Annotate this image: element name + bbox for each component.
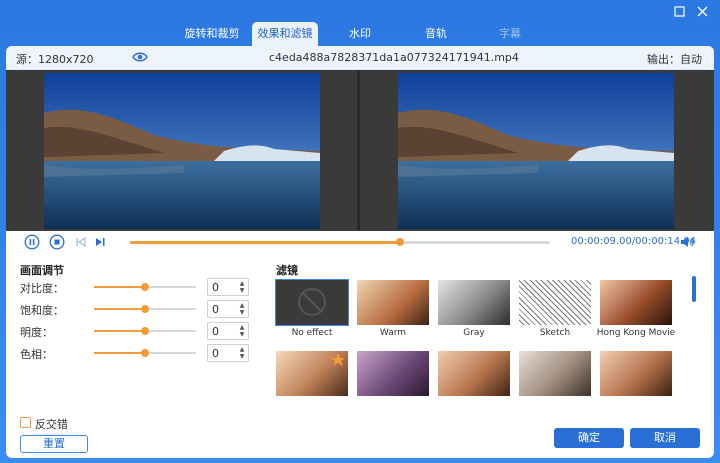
filter-gray[interactable] [438,280,510,325]
hue-stepper[interactable]: 0 ▲ ▼ [207,344,249,362]
hue-row: 色相： 0 ▲ ▼ [20,344,260,362]
tab-rotate-crop[interactable]: 旋转和裁剪 [176,22,248,46]
timeline-handle[interactable] [396,238,405,246]
saturation-row: 饱和度： 0 ▲ ▼ [20,300,260,318]
contrast-row: 对比度： 0 ▲ ▼ [20,278,260,296]
timeline-slider[interactable] [130,238,550,246]
playback-controls: 00:00:09.00/00:00:14.04 [6,231,714,253]
filter-label: Hong Kong Movie [596,328,676,338]
source-resolution: 源：1280x720 [16,53,94,66]
brightness-slider[interactable] [94,327,196,335]
filter-editor-window: 旋转和裁剪 效果和滤镜 水印 音轨 字幕 源：1280x720 c4eda488… [0,0,720,463]
saturation-stepper[interactable]: 0 ▲ ▼ [207,300,249,318]
picture-adjust-title: 画面调节 [20,264,64,277]
saturation-handle[interactable] [141,305,149,313]
filter-thumbnail[interactable] [519,351,591,396]
pause-icon[interactable] [24,234,40,250]
star-icon [331,353,345,366]
brightness-row: 明度： 0 ▲ ▼ [20,322,260,340]
tab-audio-track[interactable]: 音轨 [416,22,456,46]
brightness-stepper[interactable]: 0 ▲ ▼ [207,322,249,340]
tab-watermark[interactable]: 水印 [340,22,380,46]
saturation-label: 饱和度： [20,304,64,317]
hue-handle[interactable] [141,349,149,357]
filter-no-effect[interactable] [275,279,349,326]
filter-label: Warm [379,328,407,338]
tab-effects-filters[interactable]: 效果和滤镜 [252,22,318,46]
filter-thumbnail[interactable] [438,351,510,396]
filter-warm[interactable] [357,280,429,325]
filter-thumbnail[interactable] [357,351,429,396]
maximize-icon[interactable] [674,6,688,20]
landscape-image [44,73,320,229]
hue-label: 色相： [20,348,53,361]
filter-sketch[interactable] [519,280,591,325]
filter-thumbnail[interactable] [276,351,348,396]
content-panel: 源：1280x720 c4eda488a7828371da1a077324171… [6,46,714,458]
playback-time: 00:00:09.00/00:00:14.04 [571,236,696,247]
cancel-button[interactable]: 取消 [630,428,700,448]
deinterlace-label: 反交错 [35,418,68,431]
filtered-preview [360,70,714,231]
contrast-stepper[interactable]: 0 ▲ ▼ [207,278,249,296]
filters-title: 滤镜 [276,264,298,277]
tab-subtitles: 字幕 [499,27,521,40]
preview-area [6,70,714,231]
picture-adjust-section: 画面调节 对比度： 0 ▲ ▼ 饱和度： 0 ▲ ▼ 明度： 0 ▲ ▼ 色相： 0 ▲ ▼ [20,262,260,453]
reset-button[interactable]: 重置 [20,435,88,453]
brightness-label: 明度： [20,326,53,339]
decrease-icon[interactable]: ▼ [238,354,246,360]
original-preview [6,70,357,231]
file-name: c4eda488a7828371da1a077324171941.mp4 [269,51,519,64]
landscape-image [398,73,674,229]
brightness-handle[interactable] [141,327,149,335]
filter-label: Sketch [539,328,571,338]
stop-icon[interactable] [49,234,65,250]
eye-icon[interactable] [132,51,148,66]
contrast-handle[interactable] [141,283,149,291]
decrease-icon[interactable]: ▼ [238,310,246,316]
filter-hong-kong-movie[interactable] [600,280,672,325]
filters-scrollbar[interactable] [692,276,696,302]
hue-slider[interactable] [94,349,196,357]
volume-icon[interactable] [680,235,694,252]
contrast-label: 对比度： [20,282,64,295]
next-frame-icon[interactable] [92,234,108,250]
contrast-slider[interactable] [94,283,196,291]
previous-frame-icon[interactable] [73,234,89,250]
timeline-progress [130,241,401,244]
decrease-icon[interactable]: ▼ [238,332,246,338]
info-bar: 源：1280x720 c4eda488a7828371da1a077324171… [6,46,714,70]
filters-section: 滤镜 No effect Warm Gray Sketch Hong Kong … [275,262,706,412]
no-effect-icon [298,288,326,316]
output-setting: 输出：自动 [647,53,702,66]
tab-bar: 旋转和裁剪 效果和滤镜 水印 音轨 字幕 [0,20,720,46]
filter-thumbnail[interactable] [600,351,672,396]
confirm-button[interactable]: 确定 [554,428,624,448]
deinterlace-checkbox[interactable] [20,417,31,428]
close-icon[interactable] [697,6,711,20]
saturation-slider[interactable] [94,305,196,313]
filter-label: No effect [291,328,333,338]
decrease-icon[interactable]: ▼ [238,288,246,294]
filter-label: Gray [463,328,485,338]
